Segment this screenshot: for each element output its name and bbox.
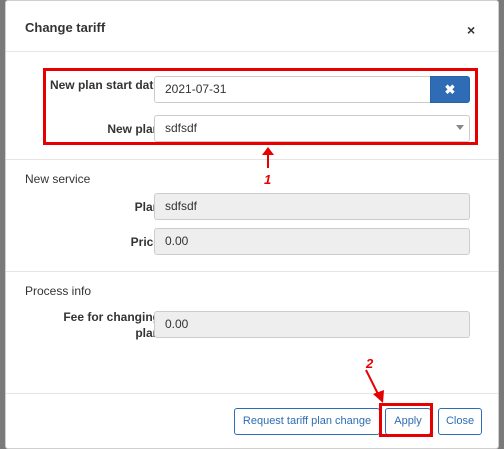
price-field: 0.00 bbox=[154, 228, 470, 255]
fee-label: Fee for changing plan bbox=[63, 310, 160, 340]
highlight-box-apply bbox=[379, 403, 433, 437]
process-info-heading: Process info bbox=[25, 284, 92, 298]
new-service-heading: New service bbox=[25, 172, 91, 186]
footer-divider bbox=[6, 393, 498, 394]
dialog-title: Change tariff bbox=[25, 20, 106, 35]
plan-label: Plan bbox=[134, 200, 160, 214]
close-icon[interactable]: × bbox=[467, 23, 475, 37]
annotation-marker-1: 1 bbox=[264, 172, 272, 187]
price-label: Price bbox=[130, 235, 160, 249]
arrow-up-icon bbox=[262, 147, 274, 168]
arrow-down-right-icon bbox=[365, 369, 384, 403]
request-tariff-change-button[interactable]: Request tariff plan change bbox=[234, 408, 380, 435]
fee-field: 0.00 bbox=[154, 311, 470, 338]
plan-field: sdfsdf bbox=[154, 193, 470, 220]
dialog-header: Change tariff × bbox=[6, 1, 498, 52]
section-divider bbox=[6, 271, 498, 272]
highlight-box-plan-fields bbox=[43, 68, 478, 145]
section-divider bbox=[6, 159, 498, 160]
close-button[interactable]: Close bbox=[438, 408, 482, 435]
